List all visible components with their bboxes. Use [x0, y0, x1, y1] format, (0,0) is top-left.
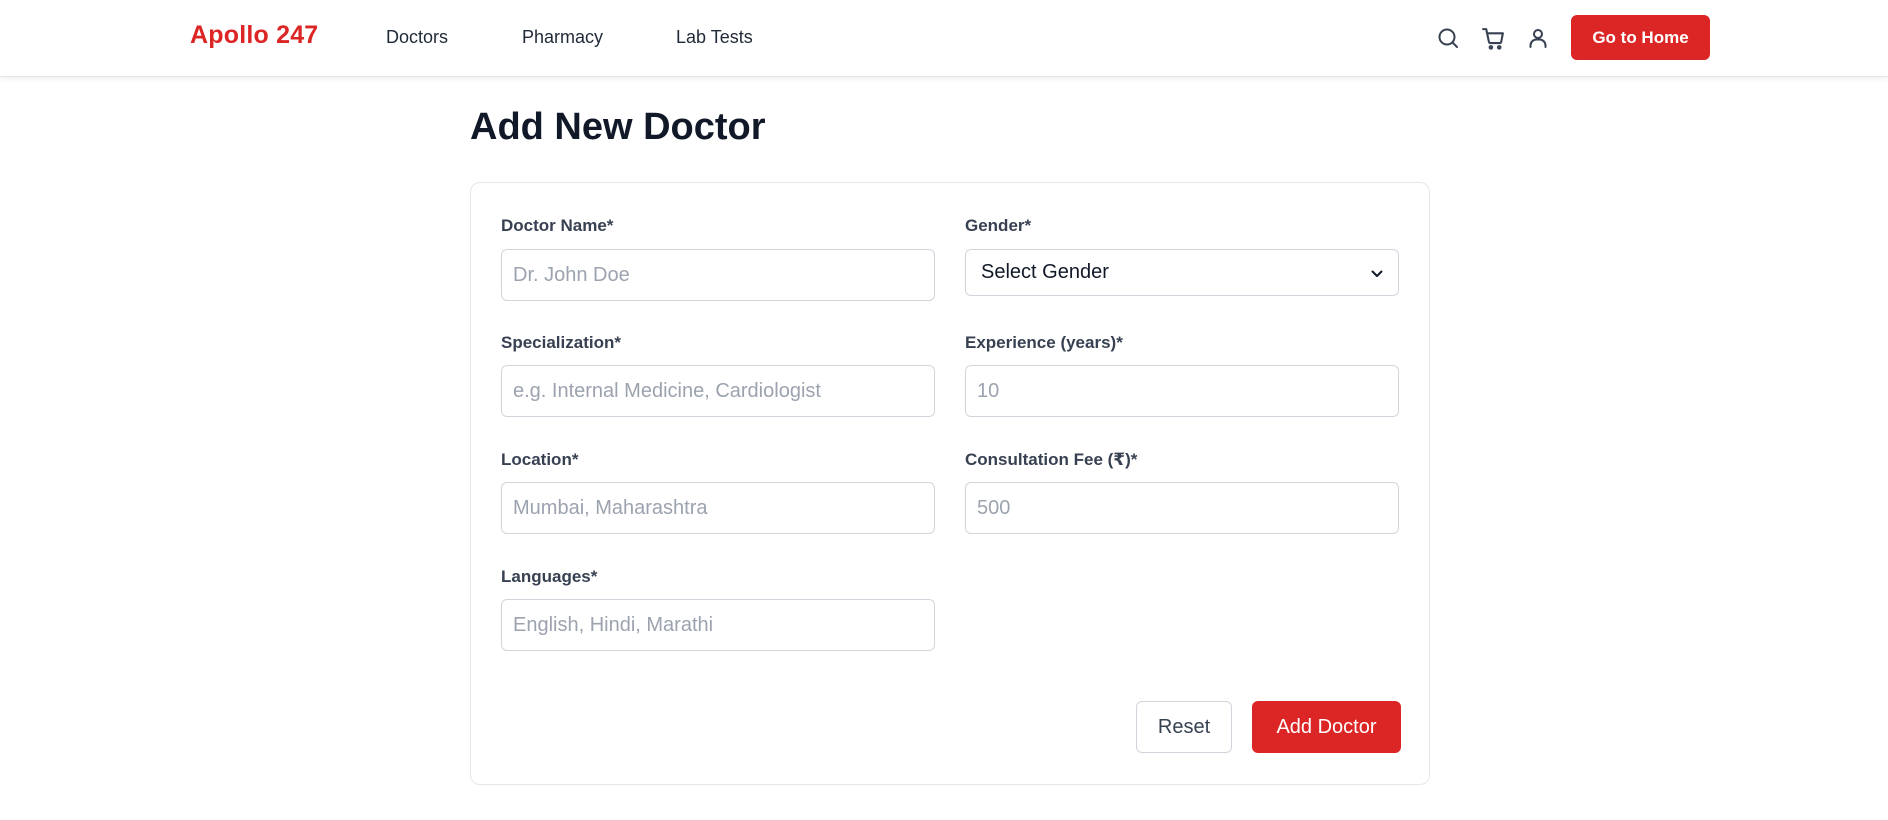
experience-input[interactable] — [965, 365, 1399, 417]
doctor-name-input[interactable] — [501, 249, 935, 301]
nav-link-pharmacy[interactable]: Pharmacy — [522, 27, 603, 48]
cart-icon[interactable] — [1479, 24, 1507, 52]
languages-label: Languages* — [501, 567, 598, 586]
languages-input[interactable] — [501, 599, 935, 651]
gender-select[interactable]: Select Gender — [965, 249, 1399, 296]
reset-button[interactable]: Reset — [1136, 701, 1232, 753]
nav-link-doctors[interactable]: Doctors — [386, 27, 448, 48]
location-input[interactable] — [501, 482, 935, 534]
add-doctor-button[interactable]: Add Doctor — [1252, 701, 1401, 753]
location-label: Location* — [501, 450, 579, 469]
go-to-home-button[interactable]: Go to Home — [1571, 15, 1710, 60]
gender-label: Gender* — [965, 216, 1032, 235]
page-title: Add New Doctor — [470, 106, 766, 148]
add-doctor-form: Doctor Name* Gender* Select Gender Speci… — [470, 182, 1430, 785]
nav-link-lab-tests[interactable]: Lab Tests — [676, 27, 753, 48]
search-icon[interactable] — [1434, 24, 1462, 52]
chevron-down-icon — [1371, 261, 1383, 284]
brand-logo[interactable]: Apollo 247 — [190, 21, 318, 50]
top-navbar: Apollo 247 Doctors Pharmacy Lab Tests Go… — [0, 0, 1888, 77]
experience-label: Experience (years)* — [965, 333, 1123, 352]
consultation-fee-label: Consultation Fee (₹)* — [965, 450, 1138, 469]
specialization-input[interactable] — [501, 365, 935, 417]
user-icon[interactable] — [1524, 24, 1552, 52]
gender-selected-value: Select Gender — [981, 261, 1109, 283]
consultation-fee-input[interactable] — [965, 482, 1399, 534]
specialization-label: Specialization* — [501, 333, 621, 352]
doctor-name-label: Doctor Name* — [501, 216, 614, 235]
